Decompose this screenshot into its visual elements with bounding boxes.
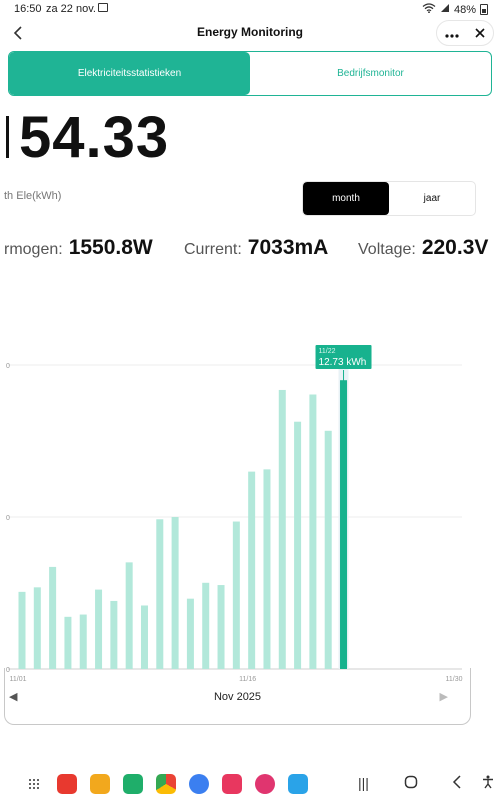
close-icon[interactable]	[475, 25, 485, 41]
period-month-button[interactable]: month	[303, 182, 389, 215]
triangle-right-icon[interactable]: ▶	[440, 690, 448, 703]
office-icon[interactable]	[57, 774, 77, 794]
voltage-metric: Voltage: 220.3V	[358, 236, 488, 260]
power-metric: rmogen: 1550.8W	[4, 236, 153, 260]
current-value: 7033mA	[247, 236, 329, 259]
chart-bar	[64, 616, 72, 669]
chart-bar	[79, 614, 87, 669]
chart-bar	[49, 566, 57, 669]
y-tick-label: 0	[6, 515, 10, 522]
app-dock	[0, 768, 500, 800]
power-label: rmogen:	[4, 241, 63, 258]
voltage-value: 220.3V	[421, 236, 489, 259]
chart-bar	[232, 521, 240, 669]
value-marker	[6, 116, 9, 158]
recent-apps-icon[interactable]: |||	[358, 775, 369, 791]
apps-grid-icon[interactable]	[24, 774, 44, 794]
page-title: Energy Monitoring	[197, 25, 303, 39]
tab-elektriciteitsstatistieken[interactable]: Elektriciteitsstatistieken	[9, 52, 250, 95]
chart-bar	[18, 591, 26, 669]
total-energy-value: 54.33	[19, 104, 170, 170]
month-navigator: ◀ Nov 2025 ▶	[4, 668, 471, 725]
energy-bar-chart[interactable]: 0 0 0 11/22 12.73 kWh 11/01 11/16 11/30	[0, 340, 500, 690]
chart-bar	[110, 600, 118, 669]
smart-things-icon[interactable]	[288, 774, 308, 794]
app-header: Energy Monitoring	[0, 18, 500, 48]
current-metric: Current: 7033mA	[184, 236, 328, 260]
chart-bar	[263, 469, 271, 669]
nav-back-icon[interactable]	[452, 775, 462, 792]
chart-svg: 00011/2212.73 kWh11/01 11/16 11/30	[6, 345, 463, 683]
camera-icon[interactable]	[222, 774, 242, 794]
chart-bar	[125, 562, 133, 669]
period-year-button[interactable]: jaar	[389, 182, 475, 215]
wifi-icon	[422, 3, 436, 16]
status-bar: 16:50 za 22 nov. 48%	[0, 0, 500, 18]
voltage-label: Voltage:	[358, 241, 416, 258]
chart-bar	[33, 587, 41, 669]
chart-bar	[186, 598, 194, 669]
accessibility-icon[interactable]	[482, 775, 494, 792]
total-energy-display: 54.33	[6, 102, 169, 172]
battery-percent: 48%	[453, 3, 476, 16]
live-metrics: rmogen: 1550.8W Current: 7033mA Voltage:…	[4, 236, 500, 270]
power-value: 1550.8W	[68, 236, 153, 259]
current-label: Current:	[184, 241, 242, 258]
chart-bar	[140, 605, 148, 669]
battery-icon	[480, 4, 488, 15]
chart-bar	[95, 589, 103, 669]
home-icon[interactable]	[404, 775, 418, 792]
y-tick-label: 0	[6, 363, 10, 370]
status-date: za 22 nov.	[46, 3, 96, 15]
tab-bedrijfsmonitor[interactable]: Bedrijfsmonitor	[250, 52, 491, 95]
chart-bar	[202, 582, 210, 669]
tooltip-date: 11/22	[319, 348, 336, 355]
status-right: 48%	[422, 3, 488, 16]
tab-bar: Elektriciteitsstatistieken Bedrijfsmonit…	[8, 51, 492, 96]
more-dots-icon[interactable]	[445, 25, 459, 41]
signal-icon	[440, 3, 450, 16]
files-icon[interactable]	[90, 774, 110, 794]
chart-bar	[171, 517, 179, 669]
phone-icon[interactable]	[123, 774, 143, 794]
month-label: Nov 2025	[213, 691, 262, 703]
status-time: 16:50	[14, 3, 42, 15]
period-toggle: month jaar	[302, 181, 476, 216]
chart-bar	[217, 585, 225, 669]
messages-icon[interactable]	[189, 774, 209, 794]
chart-bar	[248, 471, 256, 669]
tooltip-value: 12.73 kWh	[319, 357, 367, 368]
flower-icon[interactable]	[255, 774, 275, 794]
chart-bar	[309, 394, 317, 669]
chrome-icon[interactable]	[156, 774, 176, 794]
header-actions	[436, 20, 494, 46]
chart-bar	[294, 421, 302, 669]
gallery-notification-icon	[98, 3, 108, 12]
chart-bar	[324, 430, 332, 669]
chart-bar	[156, 519, 164, 669]
energy-unit-label: th Ele(kWh)	[4, 190, 62, 202]
chart-bar	[278, 389, 286, 669]
